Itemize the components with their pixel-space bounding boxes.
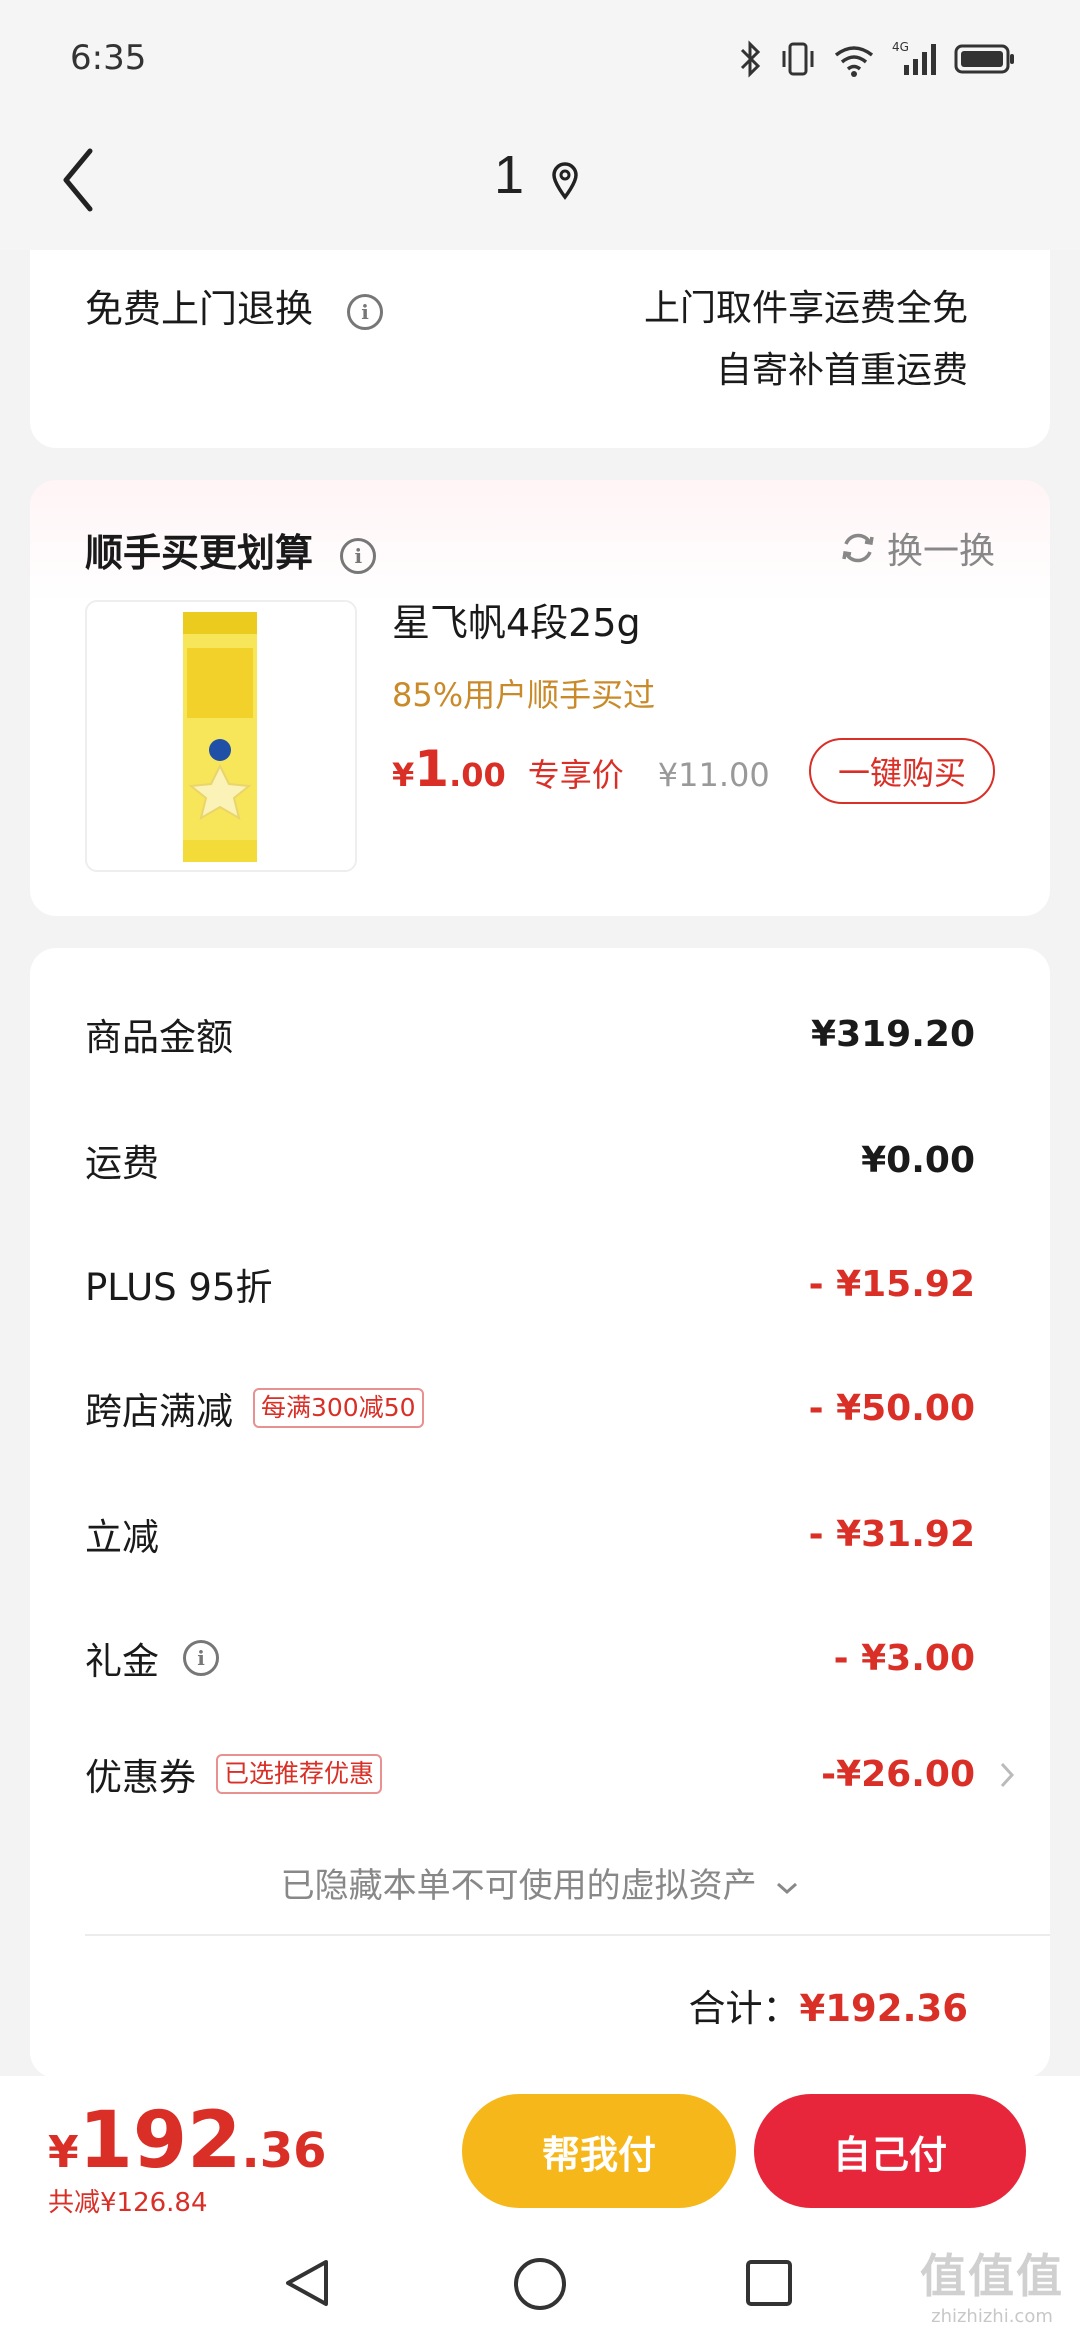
row-value: - ¥50.00 [808,1387,975,1429]
nav-home-icon[interactable] [512,2256,568,2312]
free-return-label: 免费上门退换 [85,287,314,331]
row-label: 立减 [85,1516,159,1559]
total-value: ¥192.36 [799,1987,968,2030]
bottom-pay-bar: ¥ 192 .36 共减¥126.84 帮我付 自己付 [0,2076,1080,2226]
price-decimal: .00 [449,756,506,794]
one-click-buy-button[interactable]: 一键购买 [809,738,995,804]
addon-card: 顺手买更划算 i 换一换 星飞帆4段25g 85%用户顺手买过 ¥ 1 .00 … [30,480,1050,916]
svg-text:4G: 4G [892,40,909,54]
row-value: - ¥3.00 [833,1637,975,1679]
row-label: 礼金 [85,1640,159,1683]
product-image[interactable] [85,600,357,872]
summary-row-gift-cash: 礼金 i - ¥3.00 [85,1628,975,1688]
price-tag: 专享价 [527,756,624,794]
row-label: PLUS 95折 [85,1266,273,1309]
summary-row-instant-discount: 立减 - ¥31.92 [85,1504,975,1564]
summary-row-cross-store: 跨店满减 每满300减50 - ¥50.00 [85,1378,975,1438]
addon-title: 顺手买更划算 [85,531,314,575]
service-line-1: 上门取件享运费全免 [643,288,968,329]
row-label: 跨店满减 [85,1390,233,1433]
free-return-row: 免费上门退换 i [85,278,384,333]
footer-currency: ¥ [48,2127,79,2178]
back-button[interactable] [56,145,116,215]
battery-icon [954,44,1014,74]
product-price: ¥ 1 .00 专享价 ¥11.00 [392,740,770,798]
footer-total: ¥ 192 .36 [48,2096,326,2186]
watermark-logo: 值值值 [920,2249,1064,2303]
status-time: 6:35 [70,38,147,78]
status-icons: 4G [738,36,1016,82]
summary-row-coupon[interactable]: 优惠券 已选推荐优惠 -¥26.00 [85,1744,975,1804]
row-value: ¥319.20 [811,1013,975,1055]
row-label: 运费 [85,1142,159,1185]
price-integer: 1 [414,740,450,798]
summary-row-shipping: 运费 ¥0.00 [85,1130,975,1190]
nav-back-icon[interactable] [282,2256,332,2310]
refresh-icon [842,533,874,563]
footer-total-int: 192 [78,2096,242,2186]
info-icon[interactable]: i [347,293,384,330]
price-summary-card: 商品金额 ¥319.20 运费 ¥0.00 PLUS 95折 - ¥15.92 … [30,948,1050,2078]
hidden-assets-toggle[interactable]: 已隐藏本单不可使用的虚拟资产 [30,1858,1050,1907]
vibrate-icon [782,42,814,76]
row-value: -¥26.00 [821,1753,975,1795]
info-icon[interactable]: i [183,1640,219,1676]
watermark-url: zhizhizhi.com [931,2306,1053,2327]
original-price: ¥11.00 [657,756,770,794]
cellular-signal-icon: 4G [892,40,936,75]
service-detail: 上门取件享运费全免 自寄补首重运费 [644,278,968,402]
summary-row-plus-discount: PLUS 95折 - ¥15.92 [85,1254,975,1314]
help-pay-button[interactable]: 帮我付 [462,2094,736,2208]
wifi-icon [834,46,874,77]
chevron-down-icon [777,1882,798,1894]
watermark: 值值值 zhizhizhi.com [920,2240,1064,2327]
footer-total-dec: .36 [241,2123,327,2179]
system-nav-bar: 值值值 zhizhizhi.com [0,2226,1080,2340]
divider [85,1934,1050,1936]
product-name[interactable]: 星飞帆4段25g [392,592,641,647]
refresh-label: 换一换 [886,531,995,572]
refresh-button[interactable]: 换一换 [839,522,995,574]
price-currency: ¥ [392,756,415,794]
status-bar: 6:35 4G [0,0,1080,120]
total-row: 合计： ¥192.36 [688,1978,968,2032]
hidden-assets-note: 已隐藏本单不可使用的虚拟资产 [280,1866,757,1906]
nav-recents-icon[interactable] [744,2258,794,2308]
location-pin-icon[interactable] [550,160,580,200]
row-label: 优惠券 [85,1756,196,1799]
promo-tag: 每满300减50 [253,1388,424,1428]
row-value: ¥0.00 [861,1139,975,1181]
page-title: 1 [494,145,525,205]
chevron-right-icon[interactable] [998,1760,1016,1790]
header: 1 [0,120,1080,250]
bluetooth-icon [740,40,761,78]
service-card: 免费上门退换 i 上门取件享运费全免 自寄补首重运费 [30,250,1050,448]
milk-powder-stick-image [183,612,257,862]
row-label: 商品金额 [85,1016,233,1059]
product-subtitle: 85%用户顺手买过 [392,676,656,714]
service-line-2: 自寄补首重运费 [715,350,968,391]
addon-header: 顺手买更划算 i [85,522,377,577]
summary-row-goods: 商品金额 ¥319.20 [85,1004,975,1064]
row-value: - ¥15.92 [808,1263,975,1305]
total-label: 合计： [688,1987,800,2030]
info-icon[interactable]: i [340,537,377,574]
footer-saved: 共减¥126.84 [48,2188,208,2218]
coupon-tag: 已选推荐优惠 [216,1754,383,1794]
row-value: - ¥31.92 [808,1513,975,1555]
chevron-left-icon [63,148,93,212]
self-pay-button[interactable]: 自己付 [754,2094,1026,2208]
